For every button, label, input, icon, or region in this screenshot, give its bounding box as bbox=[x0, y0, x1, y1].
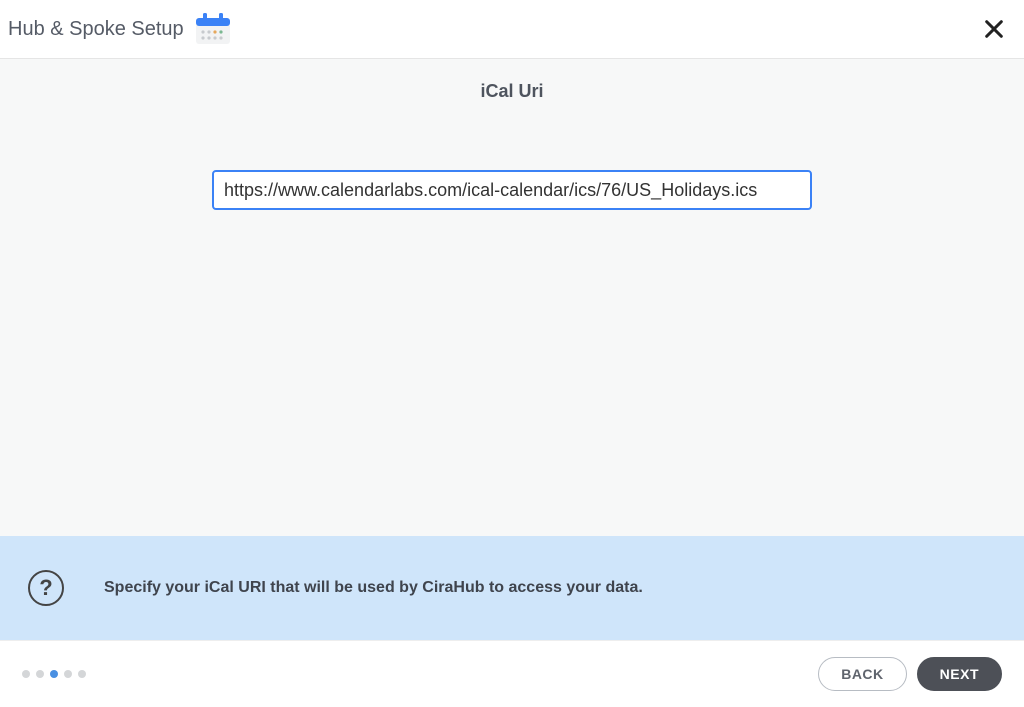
help-icon: ? bbox=[28, 570, 64, 606]
back-button[interactable]: BACK bbox=[818, 657, 906, 691]
header-bar: Hub & Spoke Setup bbox=[0, 0, 1024, 59]
header-left: Hub & Spoke Setup bbox=[8, 12, 232, 46]
ical-uri-input[interactable] bbox=[212, 170, 812, 210]
section-title: iCal Uri bbox=[480, 81, 543, 102]
progress-dot-1 bbox=[22, 670, 30, 678]
progress-dot-3 bbox=[50, 670, 58, 678]
progress-dot-5 bbox=[78, 670, 86, 678]
page-title: Hub & Spoke Setup bbox=[8, 18, 184, 41]
footer-buttons: BACK NEXT bbox=[818, 657, 1002, 691]
footer-bar: BACK NEXT bbox=[0, 640, 1024, 707]
help-icon-text: ? bbox=[39, 577, 52, 599]
next-button[interactable]: NEXT bbox=[917, 657, 1002, 691]
progress-dot-4 bbox=[64, 670, 72, 678]
progress-dots bbox=[22, 670, 86, 678]
progress-dot-2 bbox=[36, 670, 44, 678]
input-container bbox=[212, 170, 812, 210]
close-icon bbox=[983, 18, 1005, 40]
help-bar: ? Specify your iCal URI that will be use… bbox=[0, 536, 1024, 640]
content-area: iCal Uri bbox=[0, 59, 1024, 536]
help-text: Specify your iCal URI that will be used … bbox=[104, 579, 643, 597]
calendar-icon bbox=[194, 12, 232, 46]
close-button[interactable] bbox=[982, 17, 1006, 41]
